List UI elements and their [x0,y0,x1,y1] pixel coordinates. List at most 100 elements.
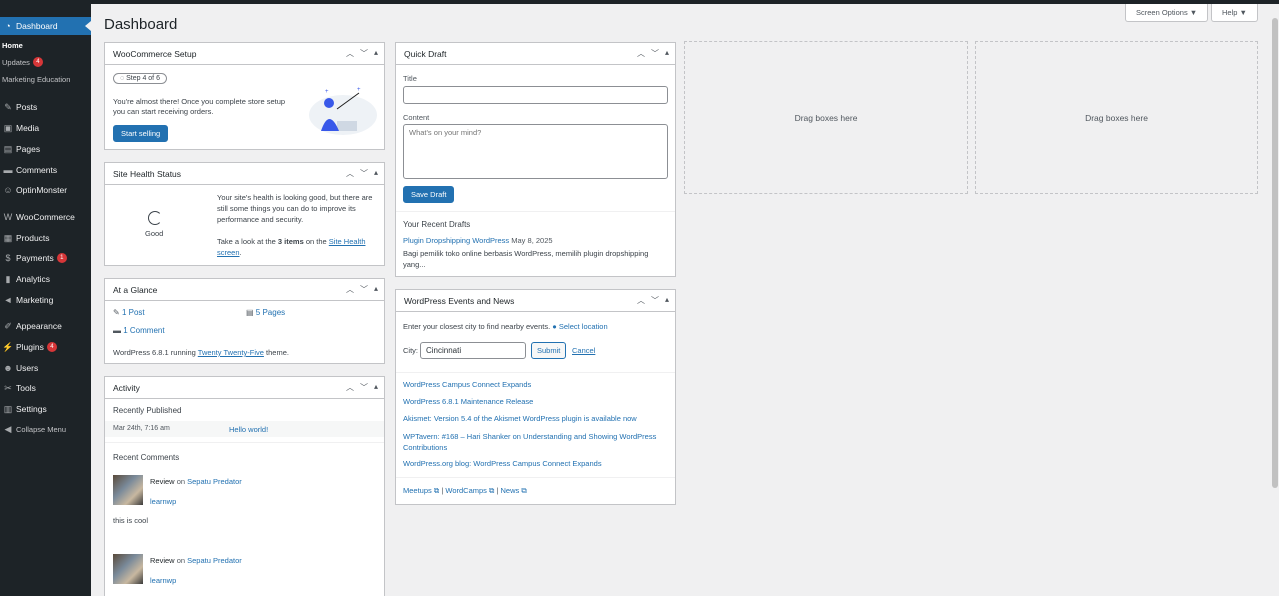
sidebar-item-dashboard[interactable]: ◔ Dashboard [0,17,91,35]
news-footer-link[interactable]: News [501,486,520,495]
payments-icon: $ [5,253,11,263]
external-link-icon: ⧉ [433,486,440,495]
comment-post-link[interactable]: Sepatu Predator [187,477,242,486]
comments-icon: ▬ [113,326,121,335]
news-link[interactable]: WordPress.org blog: WordPress Campus Con… [403,459,602,468]
page-scrollbar[interactable] [1270,4,1279,596]
move-up-icon[interactable]: ︿ [346,168,354,179]
sidebar-item-settings[interactable]: ▥ Settings [0,400,91,418]
comment-author-link[interactable]: learnwp [150,576,176,585]
screen-options-button[interactable]: Screen Options ▼ [1125,4,1209,22]
move-up-icon[interactable]: ︿ [637,48,645,59]
events-footer: Meetups ⧉ | WordCamps ⧉ | News ⧉ [403,486,527,495]
cancel-link[interactable]: Cancel [572,346,595,355]
city-input[interactable] [420,342,526,359]
drag-boxes-zone[interactable]: Drag boxes here [975,41,1258,194]
theme-link[interactable]: Twenty Twenty-Five [198,348,264,357]
news-link[interactable]: WordPress 6.8.1 Maintenance Release [403,397,533,406]
activity-widget: Activity ︿ ﹀ ▴ Recently Published Mar 24th… [104,376,385,596]
published-date: Mar 24th, 7:16 am [113,425,170,432]
widget-title: WordPress Events and News [404,295,515,306]
sidebar-item-marketing[interactable]: ◄ Marketing [0,291,91,309]
at-a-glance-widget: At a Glance ︿ ﹀ ▴ ✎ 1 Post ▤ 5 Pages ▬ 1 C… [104,278,385,364]
sidebar-item-tools[interactable]: ✂ Tools [0,379,91,397]
draft-title-input[interactable] [403,86,668,104]
move-down-icon[interactable]: ﹀ [360,284,368,295]
draft-link[interactable]: Plugin Dropshipping WordPress [403,236,509,245]
sidebar-item-optinmonster[interactable]: ☺ OptinMonster [0,181,91,199]
news-link[interactable]: WordPress Campus Connect Expands [403,380,531,389]
toggle-panel-icon[interactable]: ▴ [665,295,669,306]
widget-title: At a Glance [113,284,158,295]
recent-drafts-heading: Your Recent Drafts [403,220,471,229]
news-link[interactable]: Akismet: Version 5.4 of the Akismet Word… [403,414,637,423]
tools-icon: ✂ [4,382,12,393]
drag-boxes-zone[interactable]: Drag boxes here [684,41,968,194]
content-label: Content [403,113,430,122]
move-up-icon[interactable]: ︿ [637,295,645,306]
health-text: Your site's health is looking good, but … [217,193,373,224]
move-up-icon[interactable]: ︿ [346,48,354,59]
sidebar-sub-updates[interactable]: Updates 4 [0,55,91,69]
wordcamps-link[interactable]: WordCamps [445,486,487,495]
sidebar-item-payments[interactable]: $ Payments 1 [0,249,91,267]
move-down-icon[interactable]: ﹀ [360,168,368,179]
comment-post-link[interactable]: Sepatu Predator [187,556,242,565]
sidebar-item-posts[interactable]: ✎ Posts [0,98,91,116]
widget-title: Activity [113,382,140,393]
city-label: City: [403,346,418,355]
comment-meta: Review on Sepatu Predator [150,477,242,486]
comment-author-link[interactable]: learnwp [150,497,176,506]
payments-count-badge: 1 [56,253,67,263]
wp-version-text: WordPress 6.8.1 running Twenty Twenty-Fi… [113,348,289,357]
select-location-link[interactable]: Select location [559,322,608,331]
move-up-icon[interactable]: ︿ [346,382,354,393]
health-status-icon [148,211,162,225]
page-title: Dashboard [104,16,178,33]
toggle-panel-icon[interactable]: ▴ [374,284,378,295]
move-down-icon[interactable]: ﹀ [360,382,368,393]
meetups-link[interactable]: Meetups [403,486,432,495]
draft-content-textarea[interactable] [403,124,668,179]
sidebar-sub-home[interactable]: Home [0,38,91,52]
sidebar-item-pages[interactable]: ▤ Pages [0,140,91,158]
move-down-icon[interactable]: ﹀ [651,295,659,306]
sidebar-item-media[interactable]: ▣ Media [0,119,91,137]
toggle-panel-icon[interactable]: ▴ [374,168,378,179]
marketing-icon: ◄ [3,295,13,305]
woo-setup-text: You're almost there! Once you complete s… [113,97,286,116]
start-selling-button[interactable]: Start selling [113,125,169,142]
events-news-widget: WordPress Events and News ︿ ﹀ ▴ Enter your… [395,289,676,505]
move-up-icon[interactable]: ︿ [346,284,354,295]
sidebar-collapse-menu[interactable]: ◀ Collapse Menu [0,420,91,438]
news-link[interactable]: WPTavern: #168 – Hari Shanker on Underst… [403,431,669,453]
move-down-icon[interactable]: ﹀ [360,48,368,59]
glance-comments[interactable]: ▬ 1 Comment [113,326,165,335]
woocommerce-icon: W [3,212,13,222]
sidebar-item-users[interactable]: ☻ Users [0,359,91,377]
dashboard-icon: ◔ [5,21,11,31]
save-draft-button[interactable]: Save Draft [403,186,455,203]
users-icon: ☻ [3,363,13,373]
toggle-panel-icon[interactable]: ▴ [374,48,378,59]
draft-excerpt: Bagi pemilik toko online berbasis WordPr… [403,249,649,269]
glance-posts[interactable]: ✎ 1 Post [113,308,145,317]
collapse-icon: ◀ [4,423,12,434]
sidebar-item-products[interactable]: ▦ Products [0,229,91,247]
sidebar-item-comments[interactable]: ▬ Comments [0,161,91,179]
media-icon: ▣ [3,122,13,133]
sidebar-item-plugins[interactable]: ⚡ Plugins 4 [0,338,91,356]
submit-button[interactable]: Submit [531,342,567,359]
sidebar-item-woocommerce[interactable]: W WooCommerce [0,208,91,226]
sidebar-item-analytics[interactable]: ▮ Analytics [0,270,91,288]
admin-sidebar: ◔ Dashboard Home Updates 4 Marketing Educ… [0,4,91,596]
glance-pages[interactable]: ▤ 5 Pages [246,308,285,317]
sidebar-item-appearance[interactable]: ✐ Appearance [0,317,91,335]
toggle-panel-icon[interactable]: ▴ [374,382,378,393]
move-down-icon[interactable]: ﹀ [651,48,659,59]
toggle-panel-icon[interactable]: ▴ [665,48,669,59]
published-post-link[interactable]: Hello world! [229,425,268,434]
sidebar-sub-marketing-education[interactable]: Marketing Education [0,72,91,86]
scrollbar-thumb[interactable] [1272,18,1278,488]
help-button[interactable]: Help ▼ [1211,4,1258,22]
